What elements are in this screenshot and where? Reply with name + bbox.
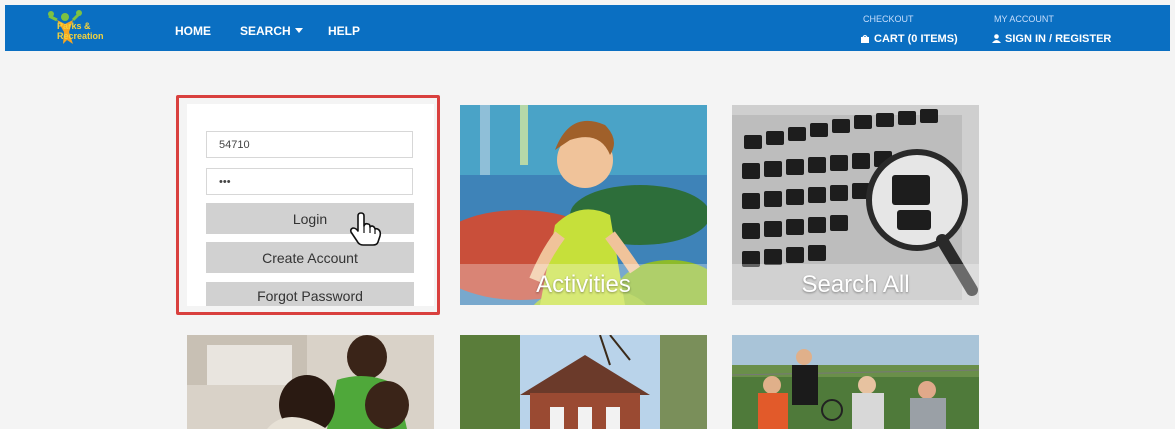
- activities-label: Activities: [460, 264, 707, 305]
- search-all-tile[interactable]: Search All: [732, 105, 979, 305]
- tennis-group-photo: [732, 335, 979, 429]
- sign-in-label: SIGN IN / REGISTER: [1005, 33, 1112, 45]
- chevron-down-icon: [294, 28, 303, 33]
- forgot-password-button[interactable]: Forgot Password: [206, 282, 414, 306]
- create-account-button[interactable]: Create Account: [206, 242, 414, 273]
- building-photo: [460, 335, 707, 429]
- cart-icon: [861, 34, 869, 43]
- activities-tile[interactable]: Activities: [460, 105, 707, 305]
- cart-label: CART (0 ITEMS): [874, 33, 958, 45]
- sign-in-register-link[interactable]: SIGN IN / REGISTER: [992, 33, 1111, 45]
- top-navbar: Parks & Recreation HOME SEARCH HELP CHEC…: [5, 5, 1170, 51]
- password-field[interactable]: [206, 168, 413, 195]
- cart-link[interactable]: CART (0 ITEMS): [860, 33, 958, 45]
- my-account-label: MY ACCOUNT: [994, 14, 1054, 24]
- hand-pointer-icon: [349, 212, 382, 246]
- search-all-label: Search All: [732, 264, 979, 305]
- nav-home[interactable]: HOME: [175, 24, 211, 38]
- logo-text-line1: Parks &: [57, 21, 91, 31]
- tennis-tile[interactable]: [732, 335, 979, 429]
- user-icon: [992, 34, 1001, 43]
- nav-search[interactable]: SEARCH: [240, 24, 303, 38]
- username-field[interactable]: [206, 131, 413, 158]
- nav-search-label: SEARCH: [240, 24, 291, 38]
- logo-text: Parks & Recreation: [57, 21, 104, 41]
- nav-help[interactable]: HELP: [328, 24, 360, 38]
- building-tile[interactable]: [460, 335, 707, 429]
- checkout-label: CHECKOUT: [863, 14, 914, 24]
- family-tile[interactable]: [187, 335, 434, 429]
- family-photo: [187, 335, 434, 429]
- logo-text-line2: Recreation: [57, 31, 104, 41]
